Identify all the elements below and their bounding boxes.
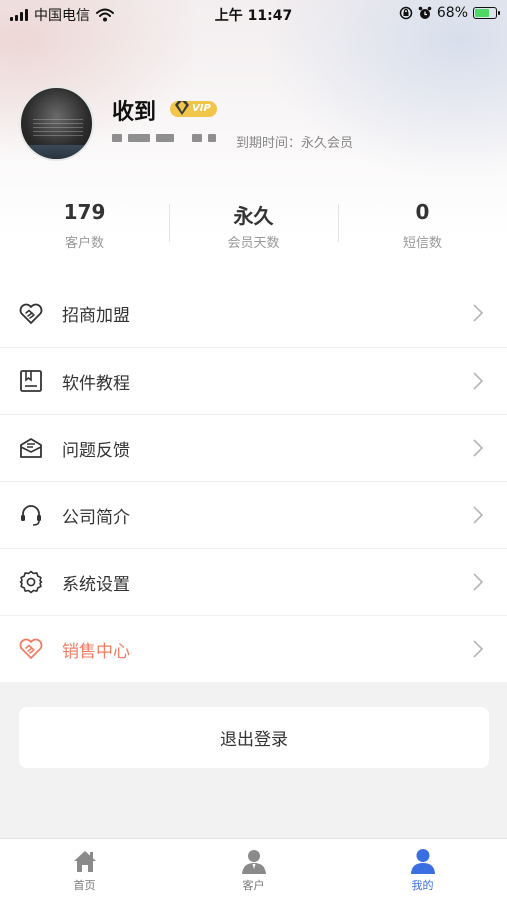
tab-bar: 首页 客户 我的 xyxy=(0,838,507,900)
battery-percent: 68% xyxy=(436,5,468,21)
rotation-lock-icon xyxy=(399,6,413,20)
chevron-right-icon xyxy=(473,304,484,322)
tab-label: 首页 xyxy=(73,879,96,892)
stat-customers[interactable]: 179 客户数 xyxy=(0,196,169,256)
tab-label: 客户 xyxy=(242,879,265,892)
stat-value: 永久 xyxy=(233,204,274,228)
avatar[interactable] xyxy=(19,86,94,161)
user-icon xyxy=(410,849,435,874)
menu-label: 销售中心 xyxy=(62,641,130,662)
mail-icon xyxy=(18,435,44,461)
vip-badge: VIP xyxy=(170,101,217,117)
chevron-right-icon xyxy=(473,573,484,591)
menu-label: 问题反馈 xyxy=(62,440,130,461)
tab-customers[interactable]: 客户 xyxy=(169,839,338,900)
menu-label: 公司简介 xyxy=(62,507,130,528)
stat-sms[interactable]: 0 短信数 xyxy=(338,196,507,256)
menu-label: 软件教程 xyxy=(62,373,130,394)
headset-icon xyxy=(18,502,44,528)
battery-icon xyxy=(473,7,500,19)
battery-level xyxy=(475,9,489,17)
profile-header: 收到 VIP 到期时间：永久会员 xyxy=(0,80,507,170)
menu-item-system-settings[interactable]: 系统设置 xyxy=(0,548,507,615)
handshake-heart-icon xyxy=(18,636,44,662)
stat-member-days[interactable]: 永久 会员天数 xyxy=(169,196,338,256)
menu-item-tutorial[interactable]: 软件教程 xyxy=(0,347,507,414)
chevron-right-icon xyxy=(473,439,484,457)
stat-label: 会员天数 xyxy=(227,236,280,251)
stat-value: 179 xyxy=(63,200,106,224)
gear-icon xyxy=(18,569,44,595)
expiry-label: 到期时间： xyxy=(236,136,302,151)
expiry-value: 永久会员 xyxy=(301,136,354,151)
status-bar: 中国电信 上午 11:47 68% xyxy=(0,0,507,28)
masked-account-id xyxy=(112,134,216,142)
stat-label: 短信数 xyxy=(402,236,442,251)
expiry-info: 到期时间：永久会员 xyxy=(236,132,353,151)
chevron-right-icon xyxy=(473,506,484,524)
vip-label: VIP xyxy=(192,103,211,114)
stat-label: 客户数 xyxy=(64,236,104,251)
tab-mine[interactable]: 我的 xyxy=(338,839,507,900)
status-right: 68% xyxy=(399,5,500,21)
user-name: 收到 xyxy=(112,100,157,125)
menu-label: 系统设置 xyxy=(62,574,130,595)
stat-value: 0 xyxy=(415,200,430,224)
stats-row: 179 客户数 永久 会员天数 0 短信数 xyxy=(0,196,507,256)
menu-label: 招商加盟 xyxy=(62,306,130,326)
chevron-right-icon xyxy=(473,640,484,658)
menu-item-franchise[interactable]: 招商加盟 xyxy=(0,280,507,347)
menu-item-sales-center[interactable]: 销售中心 xyxy=(0,615,507,682)
diamond-icon xyxy=(175,101,189,115)
home-icon xyxy=(73,851,96,872)
tab-label: 我的 xyxy=(411,879,434,892)
person-icon xyxy=(241,850,266,874)
tab-home[interactable]: 首页 xyxy=(0,839,169,900)
handshake-heart-icon xyxy=(18,301,44,327)
settings-menu: 招商加盟 软件教程 问题反馈 公司简介 系统设置 销售中心 xyxy=(0,280,507,682)
bookmark-box-icon xyxy=(18,368,44,394)
logout-button[interactable]: 退出登录 xyxy=(19,707,489,768)
alarm-icon xyxy=(418,6,432,19)
menu-item-company-profile[interactable]: 公司简介 xyxy=(0,481,507,548)
menu-item-feedback[interactable]: 问题反馈 xyxy=(0,414,507,481)
chevron-right-icon xyxy=(473,372,484,390)
